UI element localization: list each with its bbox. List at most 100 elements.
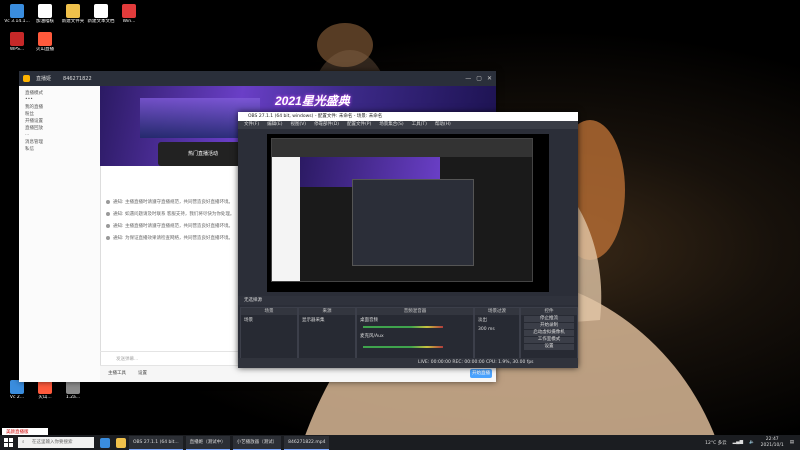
desktop-icon-label: 加油稽核 xyxy=(36,19,54,24)
source-item[interactable]: 显示器采集 xyxy=(299,315,355,325)
nested-capture xyxy=(271,138,533,282)
transition-duration[interactable]: 300 ms xyxy=(475,325,519,334)
search-icon: ⌕ xyxy=(22,440,25,445)
taskbar-app-video[interactable]: 846271822.mp4 xyxy=(284,435,330,450)
close-icon[interactable]: ✕ xyxy=(487,75,492,82)
weather-text[interactable]: 12°C 多云 xyxy=(705,440,727,446)
start-live-button[interactable]: 开始直播 xyxy=(470,369,492,378)
taskbar-app-obs[interactable]: OBS 27.1.1 (64 bit... xyxy=(129,435,183,450)
desktop-icon-label: Vc 2... xyxy=(9,395,25,400)
app-icon xyxy=(122,4,136,18)
desktop-icon[interactable]: 新建文本文档 xyxy=(86,4,116,24)
system-message: 通知: 主播直播时请遵守直播规范，共同营造良好直播环境。 xyxy=(106,223,233,229)
notification-center-icon[interactable]: ▤ xyxy=(790,440,794,445)
desktop-icon[interactable]: Vc 3.14.1... xyxy=(2,4,32,24)
sidebar-row[interactable]: 直播模式 xyxy=(19,90,100,97)
taskbar-app-player[interactable]: 小艺播放器（测试） xyxy=(232,435,282,450)
app-icon xyxy=(10,380,24,394)
source-toolbar: 无选择源 xyxy=(238,296,578,305)
desktop-icon[interactable]: 新建文件夹 xyxy=(58,4,88,24)
menu-edit[interactable]: 编辑(E) xyxy=(267,121,282,129)
menu-docks[interactable]: 停靠部件(D) xyxy=(314,121,339,129)
transition-type[interactable]: 淡出 xyxy=(475,315,519,325)
system-message: 通知: 为保证直播效果请检查网络，共同营造良好直播环境。 xyxy=(106,235,233,241)
volume-icon[interactable]: 🔈 xyxy=(749,440,755,445)
transitions-panel: 场景过渡 淡出 300 ms xyxy=(474,307,520,359)
menu-profile[interactable]: 配置文件(P) xyxy=(347,121,371,129)
anchor-tools-button[interactable]: 主播工具 xyxy=(108,370,126,376)
banner-card-label: 热门直播活动 xyxy=(188,151,219,157)
obs-statusbar: LIVE: 00:00:00 REC: 00:00:00 CPU: 1.9%, … xyxy=(238,358,578,368)
desktop-icon[interactable]: 加油稽核 xyxy=(30,4,60,24)
sidebar-row[interactable]: 直播回放 xyxy=(19,125,100,132)
task-view-icon[interactable] xyxy=(100,437,110,448)
desktop-icon[interactable]: Vc 2... xyxy=(2,380,32,400)
clock-date: 2021/10/1 xyxy=(760,442,784,448)
menu-tools[interactable]: 工具(T) xyxy=(412,121,427,129)
info-icon xyxy=(106,235,110,240)
obs-window[interactable]: OBS 27.1.1 (64 bit, windows) - 配置文件: 未命名… xyxy=(238,112,578,368)
desktop-icon[interactable]: 1.2a... xyxy=(58,380,88,400)
menu-view[interactable]: 视图(V) xyxy=(290,121,306,129)
transitions-header: 场景过渡 xyxy=(475,308,519,315)
maximize-icon[interactable]: ▢ xyxy=(476,75,482,82)
menu-file[interactable]: 文件(F) xyxy=(244,121,259,129)
status-text: LIVE: 00:00:00 REC: 00:00:00 CPU: 1.9%, … xyxy=(418,360,534,365)
sidebar-row[interactable]: ... xyxy=(19,132,100,139)
mixer-track-label: 麦克风/Aux xyxy=(360,334,384,339)
sidebar-row[interactable]: 开播设置 xyxy=(19,118,100,125)
virtual-camera-button[interactable]: 启动虚拟摄像机 xyxy=(524,330,574,336)
sidebar-row[interactable]: 我的直播 xyxy=(19,104,100,111)
start-button[interactable] xyxy=(0,435,16,450)
stop-streaming-button[interactable]: 停止推流 xyxy=(524,316,574,322)
scene-item[interactable]: 场景 xyxy=(241,315,297,325)
no-source-label: 无选择源 xyxy=(244,298,262,303)
search-placeholder: 在这里输入你要搜索 xyxy=(32,440,73,445)
sources-header: 来源 xyxy=(299,308,355,315)
file-explorer-icon[interactable] xyxy=(116,437,126,448)
studio-mode-button[interactable]: 工作室模式 xyxy=(524,337,574,343)
sidebar-row[interactable]: 粉丝 xyxy=(19,111,100,118)
minimize-icon[interactable]: — xyxy=(465,75,471,82)
system-message: 通知: 主播直播时请遵守直播规范，共同营造良好直播环境。 xyxy=(106,199,233,205)
sources-panel: 来源 显示器采集 xyxy=(298,307,356,359)
sidebar-row[interactable]: 私信 xyxy=(19,146,100,153)
desktop-icon[interactable]: Win... xyxy=(114,4,144,24)
system-message: 通知: 如遇问题请及时联系 客服支持，我们将尽快为你处理。 xyxy=(106,211,234,217)
controls-header: 控件 xyxy=(521,308,577,315)
taskbar: ⌕ 在这里输入你要搜索 OBS 27.1.1 (64 bit... 直播姬（测试… xyxy=(0,435,800,450)
sidebar-row[interactable]: ••• xyxy=(19,97,100,104)
taskbar-search[interactable]: ⌕ 在这里输入你要搜索 xyxy=(18,437,94,448)
desktop-icon-label: Win... xyxy=(122,19,136,24)
app-icon xyxy=(38,380,52,394)
desktop-icon[interactable]: WPS... xyxy=(2,32,32,52)
desktop-icon[interactable]: 火山... xyxy=(30,380,60,400)
sidebar-row[interactable]: 消息管理 xyxy=(19,139,100,146)
desktop-icon-label: 新建文本文档 xyxy=(87,19,115,24)
menu-scene-collection[interactable]: 场景集合(S) xyxy=(379,121,403,129)
mixer-track-label: 桌面音频 xyxy=(360,318,378,323)
banner-title: 2021星光盛典 xyxy=(275,94,350,108)
system-message-text: 通知: 为保证直播效果请检查网络，共同营造良好直播环境。 xyxy=(113,236,233,241)
clock[interactable]: 22:47 2021/10/1 xyxy=(761,437,784,449)
obs-titlebar: OBS 27.1.1 (64 bit, windows) - 配置文件: 未命名… xyxy=(238,112,578,121)
obs-preview[interactable] xyxy=(267,134,549,292)
desktop-icon-label: 新建文件夹 xyxy=(61,19,85,24)
desktop-icon-label: Vc 3.14.1... xyxy=(4,19,30,24)
desktop-icon[interactable]: 火山直播 xyxy=(30,32,60,52)
system-message-text: 通知: 如遇问题请及时联系 客服支持，我们将尽快为你处理。 xyxy=(113,212,235,217)
folder-icon xyxy=(66,4,80,18)
menu-help[interactable]: 帮助(H) xyxy=(435,121,451,129)
taskbar-app-live[interactable]: 直播姬（测试中） xyxy=(185,435,230,450)
scenes-header: 场景 xyxy=(241,308,297,315)
controls-panel: 控件 停止推流 开始录制 启动虚拟摄像机 工作室模式 设置 xyxy=(520,307,578,359)
window-title: 直播姬 xyxy=(36,76,52,82)
settings-button[interactable]: 设置 xyxy=(138,370,147,376)
settings-button[interactable]: 设置 xyxy=(524,344,574,350)
system-message-text: 通知: 主播直播时请遵守直播规范，共同营造良好直播环境。 xyxy=(113,200,233,205)
info-icon xyxy=(106,199,110,204)
start-recording-button[interactable]: 开始录制 xyxy=(524,323,574,329)
live-app-titlebar[interactable]: 直播姬 846271822 — ▢ ✕ xyxy=(19,71,496,86)
network-icon[interactable]: ▂▄▆ xyxy=(733,440,743,445)
document-icon xyxy=(94,4,108,18)
